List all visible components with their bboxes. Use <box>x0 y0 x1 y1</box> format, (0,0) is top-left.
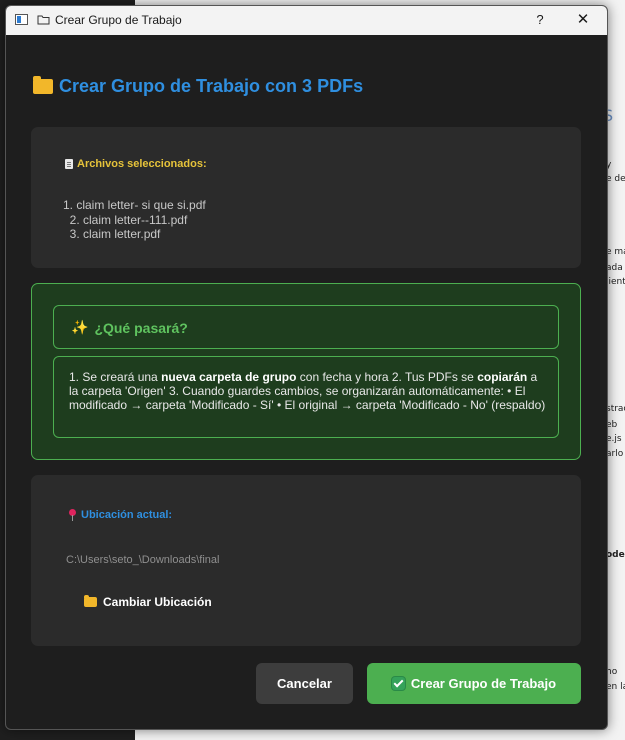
background-text-fragment: e de <box>606 174 625 184</box>
folder-icon <box>84 595 97 607</box>
info-title-text: ¿Qué pasará? <box>94 319 188 336</box>
pushpin-icon <box>68 509 77 521</box>
change-location-button[interactable]: Cambiar Ubicación <box>84 595 212 609</box>
info-text-part: con fecha y hora 2. Tus PDFs se <box>296 370 478 384</box>
background-text-fragment: en la <box>606 682 625 692</box>
close-button[interactable]: ✕ <box>574 9 592 31</box>
selected-files-label: Archivos seleccionados: <box>65 158 207 170</box>
create-group-button[interactable]: Crear Grupo de Trabajo <box>367 663 581 704</box>
info-title-box: ✨ ¿Qué pasará? <box>53 305 559 349</box>
background-text-fragment: e ma <box>606 247 625 257</box>
location-label-text: Ubicación actual: <box>81 509 173 521</box>
sparkles-icon: ✨ <box>71 319 89 335</box>
cancel-button-label: Cancelar <box>277 676 332 691</box>
list-item: 3. claim letter.pdf <box>63 227 161 241</box>
cancel-button[interactable]: Cancelar <box>256 663 353 704</box>
info-text-box: 1. Se creará una nueva carpeta de grupo … <box>53 356 559 438</box>
create-group-button-label: Crear Grupo de Trabajo <box>410 676 557 691</box>
list-item: 1. claim letter- si que si.pdf <box>63 198 206 212</box>
file-list: 1. claim letter- si que si.pdf 2. claim … <box>63 198 206 242</box>
info-text-emphasis: nueva carpeta de grupo <box>161 370 297 384</box>
folder-icon <box>33 76 53 94</box>
background-text-fragment: ode <box>606 550 625 560</box>
info-panel: ✨ ¿Qué pasará? 1. Se creará una nueva ca… <box>31 283 581 460</box>
page-title: Crear Grupo de Trabajo con 3 PDFs <box>33 76 363 97</box>
background-text-fragment: e.js <box>606 434 622 444</box>
location-panel: Ubicación actual: C:\Users\seto_\Downloa… <box>31 475 581 646</box>
info-text-emphasis: copiarán <box>477 370 528 384</box>
info-text-part: 1. Se creará una <box>69 370 162 384</box>
check-icon <box>391 677 405 690</box>
selected-files-panel: Archivos seleccionados: 1. claim letter-… <box>31 127 581 268</box>
background-text-fragment: ada <box>606 263 623 273</box>
selected-files-label-text: Archivos seleccionados: <box>77 158 207 170</box>
location-path: C:\Users\seto_\Downloads\final <box>66 554 220 566</box>
help-button[interactable]: ? <box>532 9 548 31</box>
background-text-fragment: arlo <box>606 449 624 459</box>
document-icon <box>65 159 73 169</box>
window-title: Crear Grupo de Trabajo <box>55 13 182 27</box>
dialog-window: Crear Grupo de Trabajo ? ✕ Crear Grupo d… <box>5 5 608 730</box>
background-text-fragment: lient <box>606 277 625 287</box>
folder-icon <box>37 15 50 25</box>
location-label: Ubicación actual: <box>68 509 172 521</box>
background-text-fragment: strac <box>606 404 625 414</box>
title-bar[interactable]: Crear Grupo de Trabajo ? ✕ <box>6 6 607 35</box>
change-location-label: Cambiar Ubicación <box>103 595 212 609</box>
app-icon <box>15 14 28 25</box>
info-text: 1. Se creará una nueva carpeta de grupo … <box>69 370 549 412</box>
info-title: ✨ ¿Qué pasará? <box>71 319 188 336</box>
list-item: 2. claim letter--111.pdf <box>63 212 188 227</box>
page-title-text: Crear Grupo de Trabajo con 3 PDFs <box>59 76 364 96</box>
